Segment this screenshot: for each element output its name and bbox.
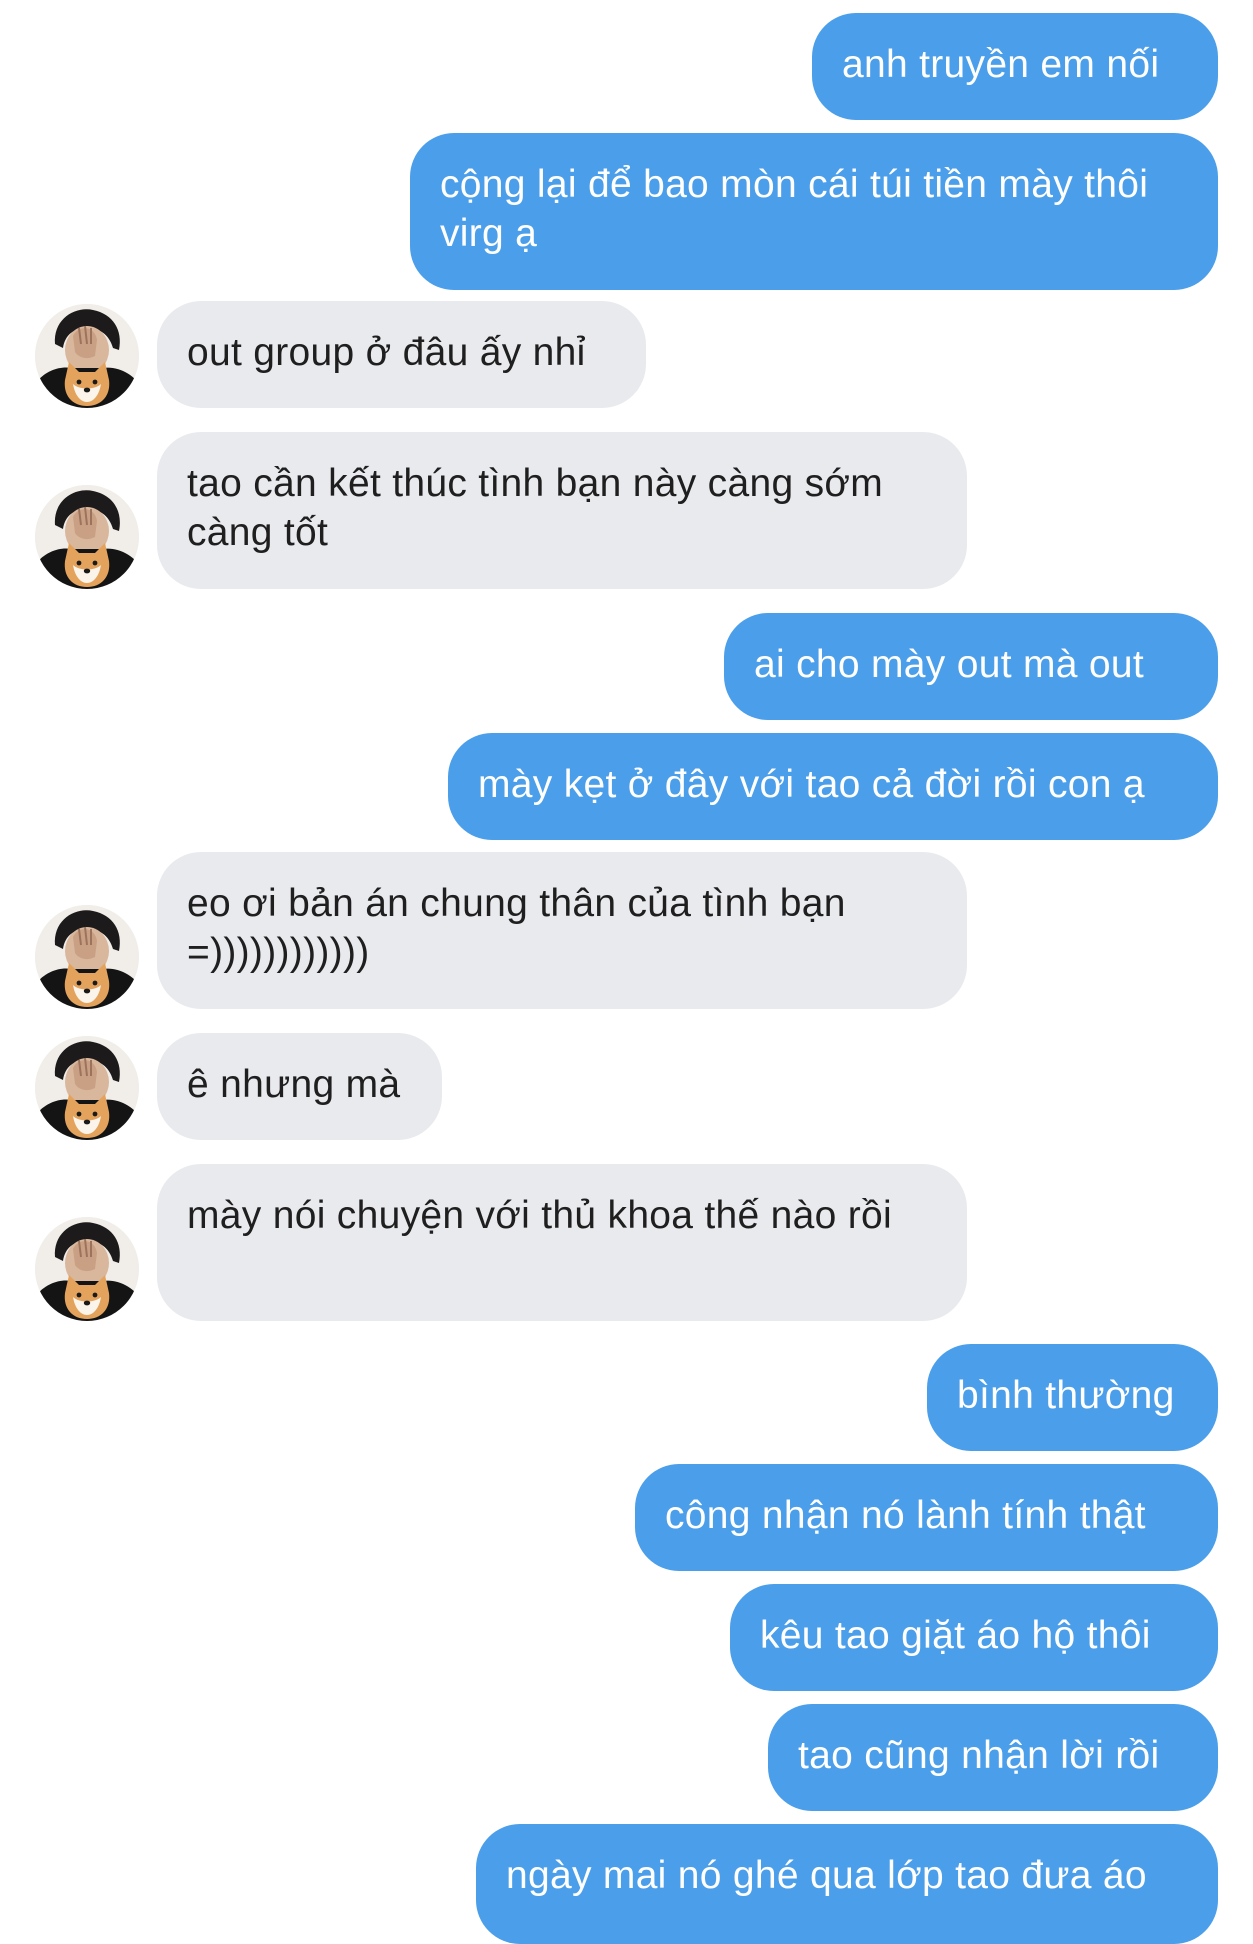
- friend-avatar-icon[interactable]: [35, 485, 139, 589]
- message-text: tao cần kết thúc tình bạn này càng sớm c…: [187, 462, 884, 554]
- friend-avatar-icon[interactable]: [35, 1217, 139, 1321]
- message-bubble-outgoing[interactable]: bình thường: [927, 1344, 1218, 1451]
- message-text: mày nói chuyện với thủ khoa thế nào rồi: [187, 1194, 893, 1237]
- message-bubble-outgoing[interactable]: anh truyền em nối: [812, 13, 1218, 120]
- friend-avatar-icon[interactable]: [35, 304, 139, 408]
- message-text: cộng lại để bao mòn cái túi tiền mày thô…: [440, 163, 1149, 255]
- message-text: eo ơi bản án chung thân của tình bạn =))…: [187, 882, 846, 974]
- chat-thread: anh truyền em nối cộng lại để bao mòn cá…: [0, 0, 1253, 1944]
- message-bubble-incoming[interactable]: ê nhưng mà: [157, 1033, 442, 1140]
- message-text: kêu tao giặt áo hộ thôi: [760, 1614, 1151, 1657]
- message-bubble-incoming[interactable]: mày nói chuyện với thủ khoa thế nào rồi: [157, 1164, 967, 1321]
- message-text: anh truyền em nối: [842, 43, 1160, 86]
- message-text: công nhận nó lành tính thật: [665, 1494, 1146, 1537]
- message-bubble-incoming[interactable]: out group ở đâu ấy nhỉ: [157, 301, 646, 408]
- friend-avatar-icon[interactable]: [35, 905, 139, 1009]
- message-text: out group ở đâu ấy nhỉ: [187, 331, 586, 374]
- message-text: mày kẹt ở đây với tao cả đời rồi con ạ: [478, 763, 1145, 806]
- message-bubble-outgoing[interactable]: mày kẹt ở đây với tao cả đời rồi con ạ: [448, 733, 1218, 840]
- message-bubble-incoming[interactable]: tao cần kết thúc tình bạn này càng sớm c…: [157, 432, 967, 589]
- message-bubble-incoming[interactable]: eo ơi bản án chung thân của tình bạn =))…: [157, 852, 967, 1009]
- message-text: tao cũng nhận lời rồi: [798, 1734, 1160, 1777]
- message-text: ê nhưng mà: [187, 1063, 401, 1106]
- message-bubble-outgoing[interactable]: ngày mai nó ghé qua lớp tao đưa áo: [476, 1824, 1218, 1944]
- message-bubble-outgoing[interactable]: ai cho mày out mà out: [724, 613, 1218, 720]
- message-bubble-outgoing[interactable]: kêu tao giặt áo hộ thôi: [730, 1584, 1218, 1691]
- message-bubble-outgoing[interactable]: công nhận nó lành tính thật: [635, 1464, 1218, 1571]
- message-text: bình thường: [957, 1374, 1175, 1417]
- message-text: ai cho mày out mà out: [754, 643, 1144, 686]
- message-text: ngày mai nó ghé qua lớp tao đưa áo: [506, 1854, 1147, 1897]
- friend-avatar-icon[interactable]: [35, 1036, 139, 1140]
- message-bubble-outgoing[interactable]: tao cũng nhận lời rồi: [768, 1704, 1218, 1811]
- message-bubble-outgoing[interactable]: cộng lại để bao mòn cái túi tiền mày thô…: [410, 133, 1218, 290]
